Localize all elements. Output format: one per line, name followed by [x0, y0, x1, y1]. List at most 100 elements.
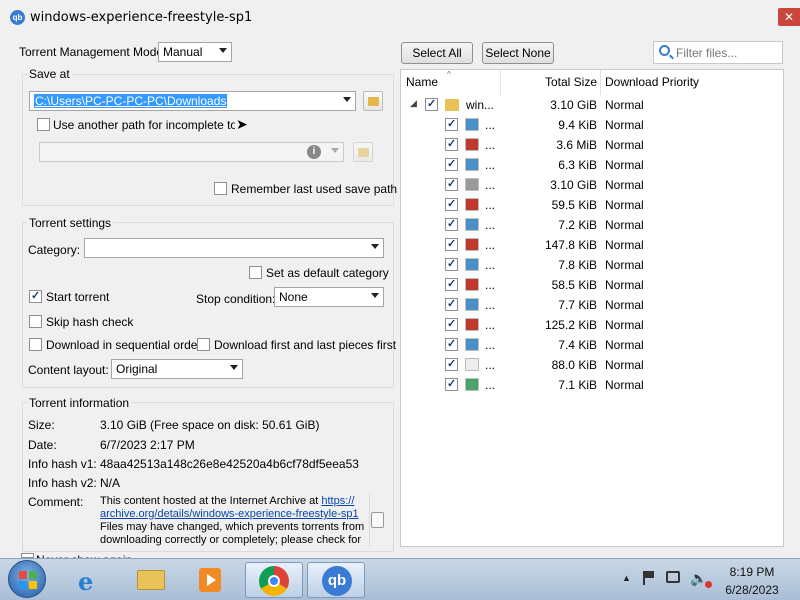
file-row[interactable]: ... 7.1 KiB Normal: [401, 375, 783, 395]
column-header-size[interactable]: Total Size: [501, 70, 601, 95]
file-checkbox[interactable]: [445, 197, 458, 211]
file-checkbox[interactable]: [445, 157, 458, 171]
chevron-down-icon: [371, 293, 379, 298]
file-row[interactable]: ... 125.2 KiB Normal: [401, 315, 783, 335]
content-layout-value: Original: [116, 362, 158, 376]
file-row[interactable]: ... 7.2 KiB Normal: [401, 215, 783, 235]
column-header-name[interactable]: Name ^: [401, 70, 501, 95]
file-priority: Normal: [605, 178, 644, 192]
hash-v1-value: 48aa42513a148c26e8e42520a4b6cf78df5eea53: [100, 457, 359, 471]
browse-incomplete-folder-button[interactable]: [353, 142, 373, 162]
comment-link-1[interactable]: https://: [321, 495, 354, 507]
file-checkbox[interactable]: [445, 117, 458, 131]
content-layout-select[interactable]: Original: [111, 359, 243, 379]
show-hidden-icons-icon[interactable]: ▲: [622, 573, 631, 583]
mode-value: Manual: [163, 45, 203, 59]
category-combo[interactable]: [84, 238, 384, 258]
torrent-settings-label: Torrent settings: [27, 216, 114, 230]
column-header-priority[interactable]: Download Priority: [601, 70, 783, 95]
column-name-label: Name: [406, 75, 439, 89]
file-size: 3.6 MiB: [556, 138, 597, 152]
file-row[interactable]: ... 9.4 KiB Normal: [401, 115, 783, 135]
select-all-button[interactable]: Select All: [401, 42, 473, 64]
flag-icon[interactable]: [643, 571, 655, 585]
file-checkbox[interactable]: [445, 277, 458, 291]
file-row[interactable]: ... 59.5 KiB Normal: [401, 195, 783, 215]
file-row[interactable]: ... 147.8 KiB Normal: [401, 235, 783, 255]
incomplete-path-combo[interactable]: i: [39, 142, 344, 162]
sequential-checkbox[interactable]: [29, 338, 42, 351]
media-icon: [465, 238, 479, 251]
file-row[interactable]: ... 7.4 KiB Normal: [401, 335, 783, 355]
file-checkbox[interactable]: [445, 337, 458, 351]
clock-time[interactable]: 8:19 PM: [720, 565, 784, 579]
root-size: 3.10 GiB: [550, 98, 597, 112]
file-name: ...: [485, 358, 496, 372]
browse-folder-button[interactable]: [363, 91, 383, 111]
scrollbar-thumb[interactable]: [371, 512, 384, 528]
media-player-taskbar-button[interactable]: [182, 562, 240, 598]
file-priority: Normal: [605, 318, 644, 332]
mode-label: Torrent Management Mode:: [19, 45, 167, 59]
root-name: win...: [466, 98, 495, 112]
file-row[interactable]: ... 7.7 KiB Normal: [401, 295, 783, 315]
file-name: ...: [485, 178, 496, 192]
image-icon: [465, 158, 479, 171]
chrome-taskbar-button[interactable]: [245, 562, 303, 598]
first-last-checkbox[interactable]: [197, 338, 210, 351]
file-checkbox[interactable]: [445, 297, 458, 311]
close-button[interactable]: ✕: [778, 8, 800, 26]
chevron-down-icon: [371, 244, 379, 249]
taskbar: e qb ▲ 🔈 8:19 PM 6/28/2023: [0, 558, 800, 600]
default-category-checkbox[interactable]: [249, 266, 262, 279]
file-checkbox[interactable]: [445, 317, 458, 331]
root-checkbox[interactable]: [425, 97, 438, 111]
tree-root-row[interactable]: ◢ win... 3.10 GiB Normal: [401, 95, 783, 115]
comment-scrollbar[interactable]: [369, 494, 385, 546]
file-row[interactable]: ... 7.8 KiB Normal: [401, 255, 783, 275]
file-row[interactable]: ... 3.6 MiB Normal: [401, 135, 783, 155]
select-none-button[interactable]: Select None: [482, 42, 554, 64]
size-value: 3.10 GiB (Free space on disk: 50.61 GiB): [100, 418, 320, 432]
mouse-cursor-icon: ➤: [236, 116, 248, 132]
expand-arrow-icon[interactable]: ◢: [410, 98, 417, 109]
default-category-label: Set as default category: [266, 266, 389, 280]
start-torrent-checkbox[interactable]: [29, 289, 42, 303]
remember-path-checkbox[interactable]: [214, 182, 227, 195]
save-path-value: C:\Users\PC-PC-PC-PC\Downloads: [34, 94, 228, 108]
file-checkbox[interactable]: [445, 377, 458, 391]
file-checkbox[interactable]: [445, 217, 458, 231]
clock-date[interactable]: 6/28/2023: [714, 583, 790, 597]
comment-link-2[interactable]: archive.org/details/windows-experience-f…: [100, 508, 359, 520]
network-icon[interactable]: [666, 571, 680, 583]
skip-hash-checkbox[interactable]: [29, 315, 42, 328]
file-row[interactable]: ... 3.10 GiB Normal: [401, 175, 783, 195]
file-name: ...: [485, 158, 496, 172]
file-checkbox[interactable]: [445, 357, 458, 371]
file-checkbox[interactable]: [445, 257, 458, 271]
explorer-taskbar-button[interactable]: [122, 562, 180, 598]
file-tree[interactable]: Name ^ Total Size Download Priority ◢ wi…: [400, 69, 784, 547]
incomplete-path-checkbox[interactable]: [37, 118, 50, 131]
file-row[interactable]: ... 6.3 KiB Normal: [401, 155, 783, 175]
save-path-combo[interactable]: C:\Users\PC-PC-PC-PC\Downloads: [29, 91, 356, 111]
chevron-down-icon: [219, 48, 227, 53]
mute-badge-icon: [705, 581, 712, 588]
start-button[interactable]: [8, 560, 46, 598]
blank-file-icon: [465, 358, 479, 371]
file-size: 7.1 KiB: [558, 378, 597, 392]
filter-input[interactable]: [676, 44, 780, 61]
file-checkbox[interactable]: [445, 177, 458, 191]
mode-select[interactable]: Manual: [158, 42, 232, 62]
file-checkbox[interactable]: [445, 137, 458, 151]
file-name: ...: [485, 138, 496, 152]
qbittorrent-taskbar-button[interactable]: qb: [307, 562, 365, 598]
file-row[interactable]: ... 58.5 KiB Normal: [401, 275, 783, 295]
internet-explorer-taskbar-button[interactable]: e: [62, 562, 120, 598]
file-checkbox[interactable]: [445, 237, 458, 251]
filter-box[interactable]: [653, 41, 783, 64]
file-row[interactable]: ... 88.0 KiB Normal: [401, 355, 783, 375]
image-icon: [465, 298, 479, 311]
incomplete-path-label: Use another path for incomplete torrents: [53, 118, 235, 132]
stop-condition-select[interactable]: None: [274, 287, 384, 307]
